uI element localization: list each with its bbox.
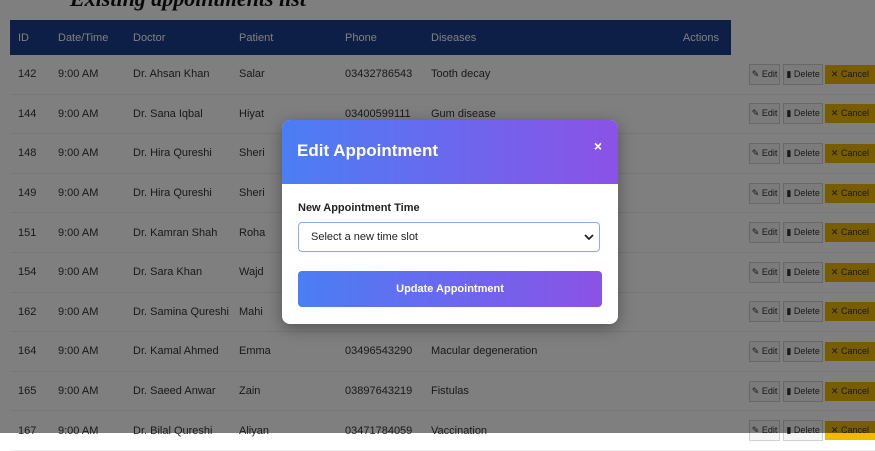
edit-appointment-modal: Edit Appointment × New Appointment Time …	[282, 120, 618, 324]
modal-title: Edit Appointment	[297, 141, 439, 160]
modal-header: Edit Appointment ×	[282, 120, 618, 184]
update-appointment-button[interactable]: Update Appointment	[298, 271, 602, 307]
close-icon[interactable]: ×	[594, 138, 602, 154]
appointment-time-label: New Appointment Time	[298, 202, 420, 214]
time-slot-select-value: Select a new time slot	[311, 231, 418, 243]
chevron-down-icon	[584, 234, 594, 241]
time-slot-select[interactable]: Select a new time slot	[298, 222, 600, 252]
